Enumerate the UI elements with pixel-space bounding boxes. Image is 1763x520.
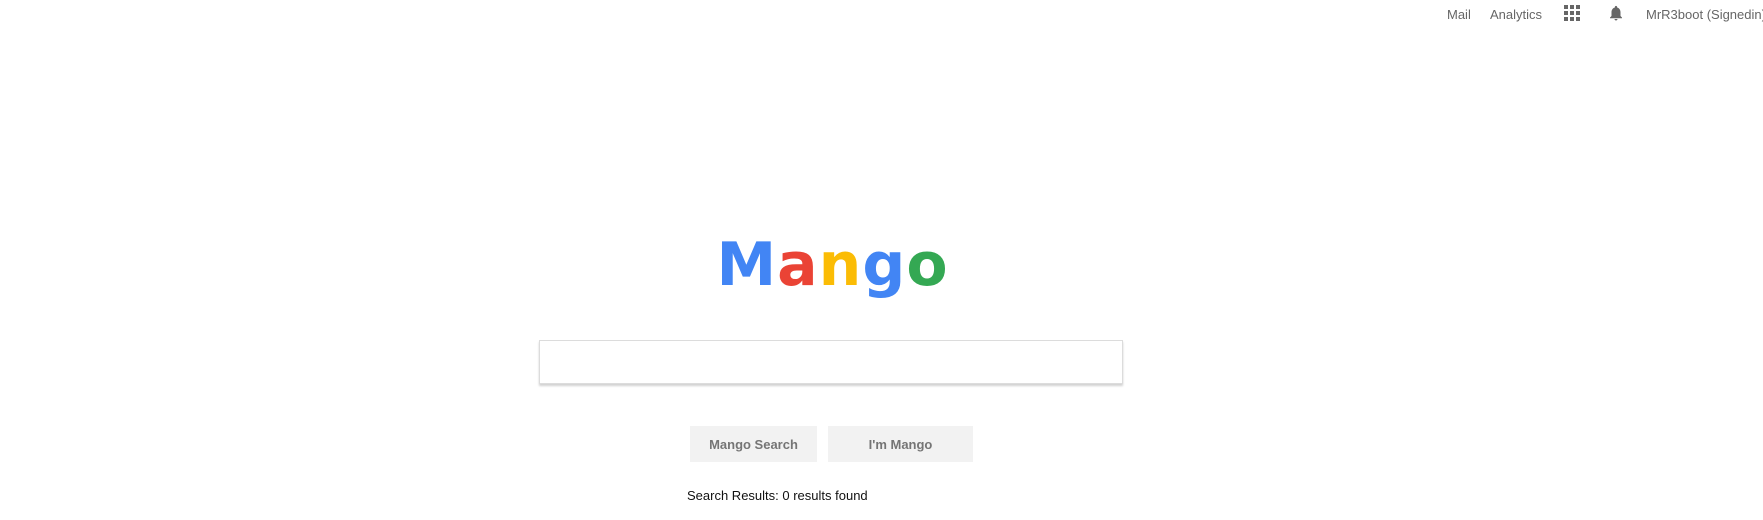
page: Mail Analytics MrR3boot (Signedin) Mango… — [0, 0, 1763, 520]
mail-link[interactable]: Mail — [1447, 7, 1471, 22]
search-results-status: Search Results: 0 results found — [687, 488, 868, 503]
search-input[interactable] — [540, 341, 1122, 383]
analytics-link[interactable]: Analytics — [1490, 7, 1542, 22]
user-account-link[interactable]: MrR3boot (Signedin) — [1646, 7, 1763, 22]
logo-letter: n — [818, 230, 863, 300]
logo-letter: g — [862, 230, 907, 300]
logo-letter: M — [716, 230, 778, 300]
apps-grid-icon[interactable] — [1564, 5, 1580, 21]
mango-logo: Mango — [0, 227, 1665, 303]
bell-icon[interactable] — [1607, 3, 1625, 23]
search-box — [539, 340, 1123, 384]
im-mango-button[interactable]: I'm Mango — [828, 426, 973, 462]
mango-search-button[interactable]: Mango Search — [690, 426, 817, 462]
logo-letter: a — [777, 230, 819, 300]
logo-letter: o — [906, 230, 949, 300]
